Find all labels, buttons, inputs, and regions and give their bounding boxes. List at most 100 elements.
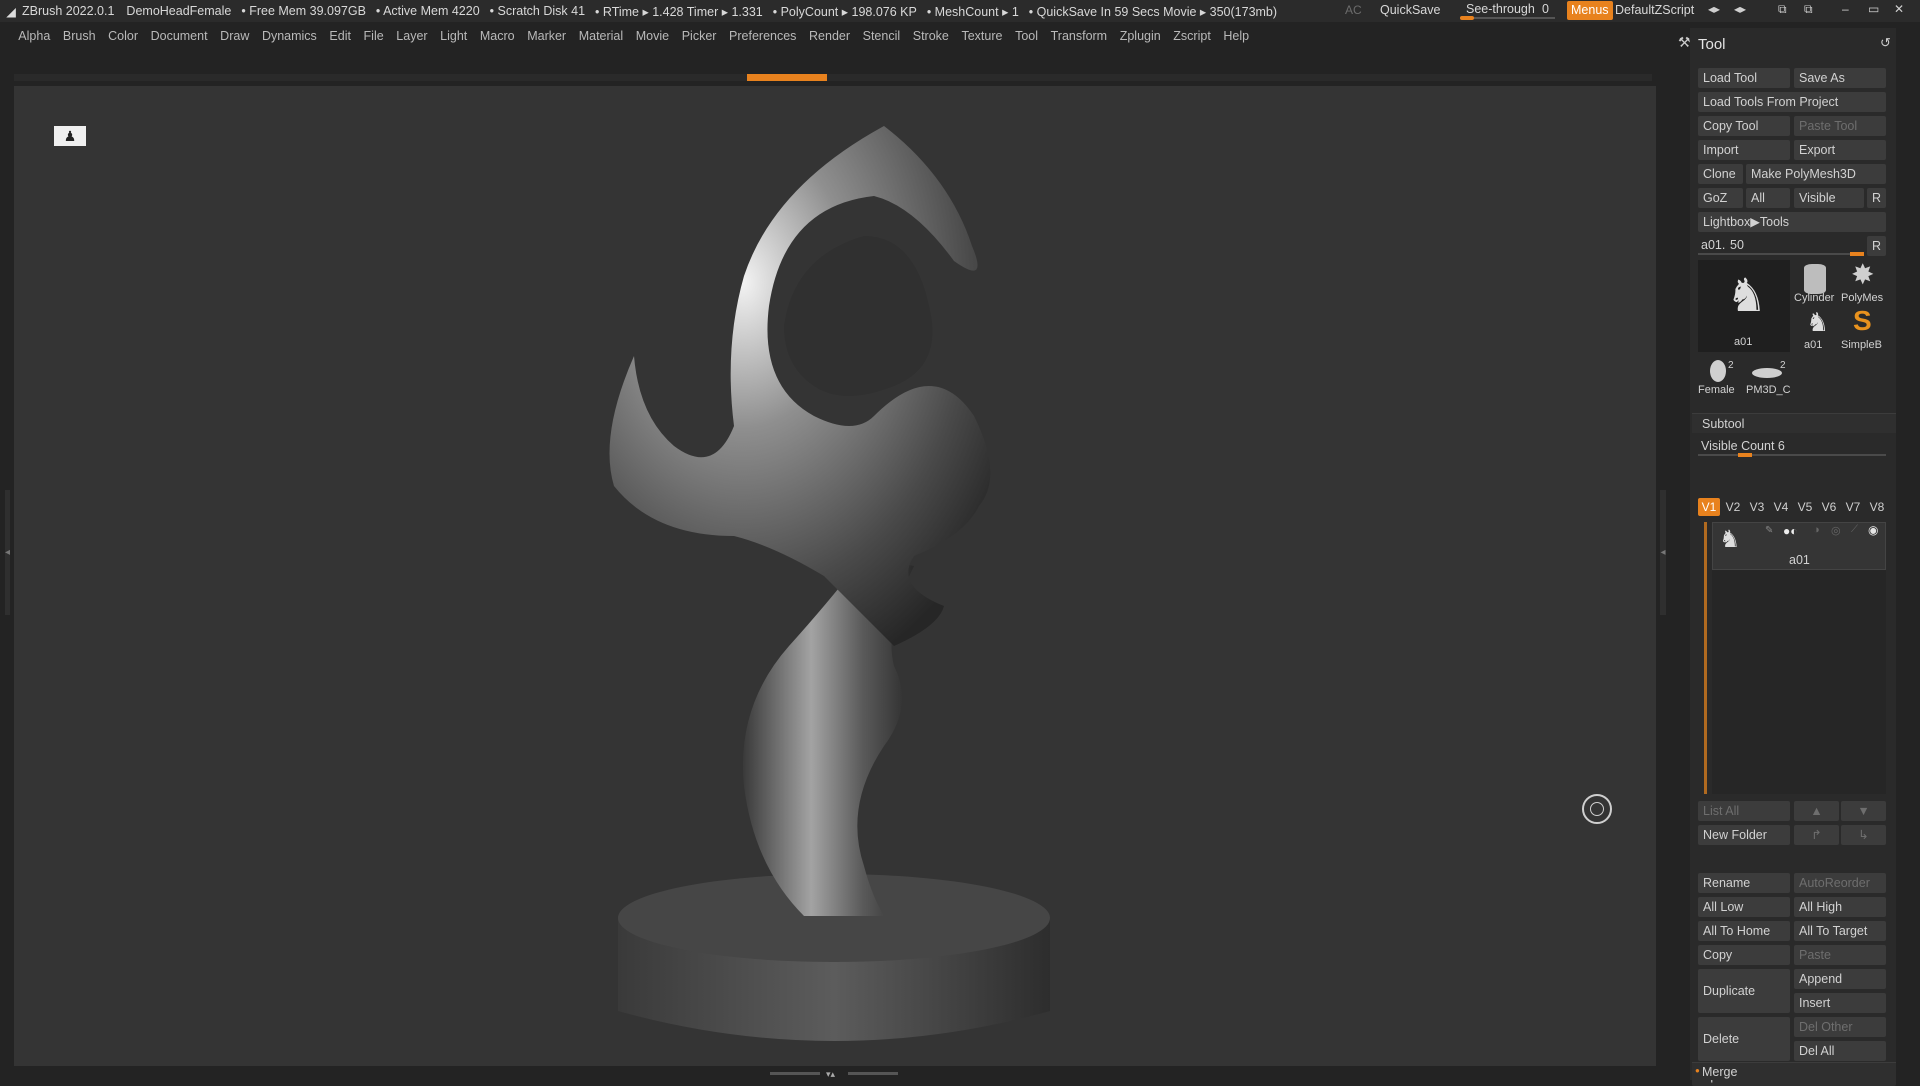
default-zscript-button[interactable]: DefaultZScript <box>1615 3 1694 17</box>
bottom-tray-handle[interactable]: ▾▴ <box>770 1069 900 1079</box>
folder-move-down-icon[interactable]: ↳ <box>1841 825 1886 845</box>
version-v1[interactable]: V1 <box>1698 498 1720 516</box>
clone-button[interactable]: Clone <box>1698 164 1743 184</box>
visible-count-handle[interactable] <box>1738 453 1752 457</box>
menu-picker[interactable]: Picker <box>682 29 717 43</box>
tool-thumb-cylinder[interactable]: Cylinder <box>1794 260 1839 305</box>
move-up-arrow-icon[interactable]: ▲ <box>1794 801 1839 821</box>
menu-movie[interactable]: Movie <box>636 29 669 43</box>
version-v5[interactable]: V5 <box>1794 498 1816 516</box>
menu-preferences[interactable]: Preferences <box>729 29 796 43</box>
del-all-button[interactable]: Del All <box>1794 1041 1886 1061</box>
tool-thumb-polymesh[interactable]: ✸ PolyMes <box>1841 260 1886 305</box>
version-v6[interactable]: V6 <box>1818 498 1840 516</box>
paste-tool-button[interactable]: Paste Tool <box>1794 116 1886 136</box>
goz-button[interactable]: GoZ <box>1698 188 1743 208</box>
menu-brush[interactable]: Brush <box>63 29 96 43</box>
menu-stencil[interactable]: Stencil <box>863 29 901 43</box>
menu-color[interactable]: Color <box>108 29 138 43</box>
paste-button[interactable]: Paste <box>1794 945 1886 965</box>
menu-document[interactable]: Document <box>151 29 208 43</box>
tool-thumb-simplebrush[interactable]: S SimpleB <box>1841 307 1886 352</box>
subtool-polypaint-icon[interactable]: ◑ <box>1813 524 1820 536</box>
new-folder-button[interactable]: New Folder <box>1698 825 1790 845</box>
tool-slider[interactable]: a01. 50 <box>1698 236 1864 256</box>
append-button[interactable]: Append <box>1794 969 1886 989</box>
tab-strip[interactable] <box>14 74 1652 81</box>
tool-thumb-pm3d[interactable]: 2 PM3D_C <box>1746 358 1794 396</box>
menu-macro[interactable]: Macro <box>480 29 515 43</box>
maximize-icon[interactable]: ▭ <box>1868 2 1879 16</box>
version-v8[interactable]: V8 <box>1866 498 1888 516</box>
subtool-item-a01[interactable]: ♞ ✎ ●◐ ◑ ◎ ⟋ ◉ a01 <box>1712 522 1886 570</box>
duplicate-button[interactable]: Duplicate <box>1698 969 1790 1013</box>
subtool-lock-icon[interactable]: ⟋ <box>1851 524 1858 535</box>
scroll-left-icon[interactable]: ◂▸ <box>1708 2 1720 16</box>
close-icon[interactable]: ✕ <box>1894 2 1904 16</box>
subtool-material-icon[interactable]: ◎ <box>1831 524 1841 537</box>
delete-button[interactable]: Delete <box>1698 1017 1790 1061</box>
tool-thumb-a01-large[interactable]: ♞ a01 <box>1698 260 1790 352</box>
tool-slider-r-button[interactable]: R <box>1867 236 1886 256</box>
all-low-button[interactable]: All Low <box>1698 897 1790 917</box>
tool-palette-title[interactable]: Tool <box>1698 36 1726 53</box>
menu-zscript[interactable]: Zscript <box>1173 29 1211 43</box>
menu-texture[interactable]: Texture <box>961 29 1002 43</box>
menu-draw[interactable]: Draw <box>220 29 249 43</box>
tool-slider-handle[interactable] <box>1850 252 1864 256</box>
subtool-header[interactable]: Subtool <box>1692 413 1896 433</box>
save-as-button[interactable]: Save As <box>1794 68 1886 88</box>
left-tray-handle[interactable]: ◂ <box>5 490 10 615</box>
tool-thumb-a01-small[interactable]: ♞ a01 <box>1794 307 1839 352</box>
auto-reorder-button[interactable]: AutoReorder <box>1794 873 1886 893</box>
version-v2[interactable]: V2 <box>1722 498 1744 516</box>
version-v3[interactable]: V3 <box>1746 498 1768 516</box>
menu-transform[interactable]: Transform <box>1051 29 1108 43</box>
canvas-viewport[interactable]: ♟ <box>14 86 1656 1066</box>
menu-help[interactable]: Help <box>1223 29 1249 43</box>
visible-count-slider[interactable]: Visible Count 6 <box>1698 437 1886 457</box>
quicksave-button[interactable]: QuickSave <box>1380 3 1440 17</box>
see-through-handle[interactable] <box>1460 16 1474 20</box>
version-v7[interactable]: V7 <box>1842 498 1864 516</box>
menu-dynamics[interactable]: Dynamics <box>262 29 317 43</box>
copy-tool-button[interactable]: Copy Tool <box>1698 116 1790 136</box>
scroll-right-icon[interactable]: ◂▸ <box>1734 2 1746 16</box>
menu-alpha[interactable]: Alpha <box>18 29 50 43</box>
import-button[interactable]: Import <box>1698 140 1790 160</box>
subtool-eye-icon[interactable]: ◉ <box>1868 523 1878 537</box>
all-high-button[interactable]: All High <box>1794 897 1886 917</box>
menu-material[interactable]: Material <box>579 29 623 43</box>
gizmo-orbit-icon[interactable] <box>1582 794 1612 824</box>
export-button[interactable]: Export <box>1794 140 1886 160</box>
version-v4[interactable]: V4 <box>1770 498 1792 516</box>
move-down-arrow-icon[interactable]: ▼ <box>1841 801 1886 821</box>
merge-section[interactable]: ● Merge <box>1692 1062 1896 1080</box>
subtool-brush-icon[interactable]: ✎ <box>1765 525 1773 536</box>
del-other-button[interactable]: Del Other <box>1794 1017 1886 1037</box>
menu-tool[interactable]: Tool <box>1015 29 1038 43</box>
sculpt-model[interactable] <box>14 86 1656 1066</box>
goz-all-button[interactable]: All <box>1746 188 1790 208</box>
rename-button[interactable]: Rename <box>1698 873 1790 893</box>
subtool-list-scrollbar[interactable] <box>1704 522 1707 794</box>
all-to-home-button[interactable]: All To Home <box>1698 921 1790 941</box>
list-all-button[interactable]: List All <box>1698 801 1790 821</box>
menu-zplugin[interactable]: Zplugin <box>1120 29 1161 43</box>
menu-marker[interactable]: Marker <box>527 29 566 43</box>
menus-toggle[interactable]: Menus <box>1567 1 1613 20</box>
menu-light[interactable]: Light <box>440 29 467 43</box>
load-tool-button[interactable]: Load Tool <box>1698 68 1790 88</box>
copy-button[interactable]: Copy <box>1698 945 1790 965</box>
layout-alt-icon[interactable]: ⧉ <box>1804 2 1813 17</box>
menu-render[interactable]: Render <box>809 29 850 43</box>
minimize-icon[interactable]: – <box>1842 2 1849 16</box>
goz-visible-button[interactable]: Visible <box>1794 188 1864 208</box>
goz-r-button[interactable]: R <box>1867 188 1886 208</box>
subtool-toggle-icon[interactable]: ●◐ <box>1783 524 1798 538</box>
lightbox-tools-button[interactable]: Lightbox▶Tools <box>1698 212 1886 232</box>
all-to-target-button[interactable]: All To Target <box>1794 921 1886 941</box>
palette-refresh-icon[interactable]: ↺ <box>1880 35 1891 51</box>
menu-edit[interactable]: Edit <box>329 29 351 43</box>
right-tray-handle[interactable]: ◂ <box>1660 490 1666 615</box>
